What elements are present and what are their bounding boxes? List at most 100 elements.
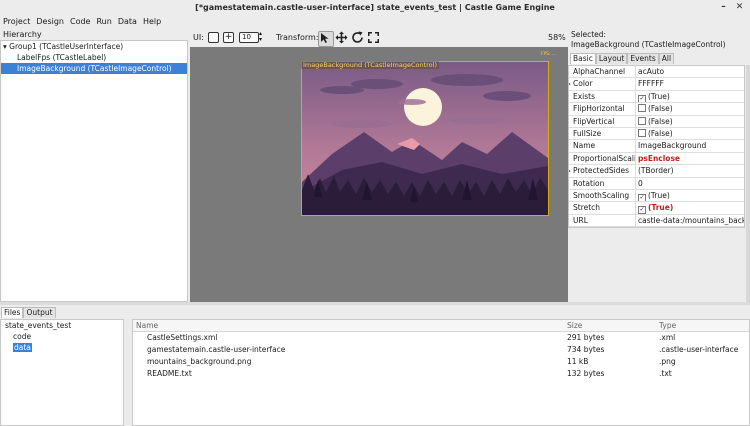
tab-all[interactable]: All [658,53,675,64]
property-name: ▸Color [569,78,636,90]
tree-item-labelfps[interactable]: LabelFps (TCastleLabel) [1,52,187,63]
tree-item-label: LabelFps (TCastleLabel) [17,53,107,62]
property-value[interactable]: psEnclose [636,153,744,164]
tree-item-code[interactable]: code [1,331,123,342]
property-value[interactable]: 0 [636,178,744,189]
inspector-scrollbar[interactable] [746,65,750,302]
mountains-background-image [302,62,548,215]
files-tree[interactable]: state_events_test code data [0,319,124,426]
selected-value: ImageBackground (TCastleImageControl) [571,40,726,49]
ui-rect-button[interactable] [208,32,219,43]
image-background-control[interactable] [301,61,549,216]
minimize-button[interactable]: – [717,1,730,14]
property-value: (False) [648,104,673,114]
column-name[interactable]: Name [136,320,158,331]
move-mode-button[interactable] [335,31,348,44]
property-row-color[interactable]: ▸ColorFFFFFF [569,78,744,91]
property-name: AlphaChannel [569,66,636,78]
close-button[interactable]: ✕ [733,1,746,14]
menu-data[interactable]: Data [115,15,140,29]
expand-icon[interactable]: ▸ [569,165,571,176]
file-row[interactable]: CastleSettings.xml 291 bytes .xml [133,332,749,344]
menu-design[interactable]: Design [33,15,67,29]
tab-files[interactable]: Files [1,307,24,318]
fps-label: FPS: ... [541,52,557,57]
property-value: (False) [648,116,673,126]
expand-icon[interactable]: ▸ [569,78,571,89]
tree-item-imagebackground[interactable]: ImageBackground (TCastleImageControl) [1,63,187,74]
horizontal-splitter[interactable] [0,302,750,305]
scale-mode-button[interactable] [367,31,380,44]
property-name: URL [569,214,636,227]
checkbox-checked[interactable]: ✓ [638,206,646,214]
inspector-tabs: Basic Layout Events All [570,53,675,64]
tree-item-data[interactable]: data [1,342,123,353]
property-row-fullsize[interactable]: FullSize (False) [569,127,744,141]
property-name-text: Color [573,79,593,89]
property-row-smoothscaling[interactable]: SmoothScaling ✓ (True) [569,189,744,203]
property-row-rotation[interactable]: Rotation 0 [569,177,744,190]
property-value[interactable]: (TBorder) [636,165,744,176]
tab-events[interactable]: Events [627,53,659,64]
property-row-url[interactable]: URLcastle-data:/mountains_background.png [569,214,744,228]
image-background-caption: ImageBackground (TCastleImageControl) [301,61,439,69]
property-row-stretch[interactable]: Stretch ✓ (True) [569,202,744,215]
menu-project[interactable]: Project [0,15,33,29]
property-row-alphachannel[interactable]: AlphaChannel acAuto [569,66,744,79]
file-size: 11 kB [567,357,589,366]
hierarchy-title: Hierarchy [3,30,42,39]
property-grid[interactable]: AlphaChannelacAuto ▸ColorFFFFFF Exists✓(… [568,65,745,229]
ui-label: UI: [193,33,204,42]
file-row[interactable]: mountains_background.png 11 kB .png [133,356,749,368]
property-row-exists[interactable]: Exists ✓ (True) [569,90,744,104]
property-value[interactable]: ImageBackground [636,140,744,151]
property-value[interactable]: FFFFFF [636,78,744,89]
move-icon [335,31,348,44]
file-size: 291 bytes [567,333,605,342]
property-row-fliphorizontal[interactable]: FlipHorizontal (False) [569,103,744,116]
checkbox-checked[interactable]: ✓ [638,193,646,202]
menu-code[interactable]: Code [67,15,93,29]
scale-icon [368,32,379,43]
tree-item-group1[interactable]: ▾ Group1 (TCastleUserInterface) [1,41,187,52]
checkbox-unchecked[interactable] [638,128,646,137]
select-mode-button[interactable] [318,31,334,47]
property-name: Rotation [569,177,636,189]
property-row-protectedsides[interactable]: ▸ProtectedSides(TBorder) [569,165,744,178]
collapse-icon[interactable]: ▾ [3,42,7,51]
checkbox-unchecked[interactable] [638,116,646,125]
property-value: (True) [648,203,674,213]
checkbox-checked[interactable]: ✓ [638,94,646,103]
property-row-flipvertical[interactable]: FlipVertical (False) [569,115,744,128]
file-type: .png [659,357,676,366]
property-row-proportionalscaling[interactable]: ProportionalScalingpsEnclose [569,152,744,166]
hierarchy-tree[interactable]: ▾ Group1 (TCastleUserInterface) LabelFps… [0,40,188,302]
files-list-header: Name Size Type [133,320,749,332]
tab-output[interactable]: Output [23,307,56,318]
property-value[interactable]: acAuto [636,66,744,77]
tab-layout[interactable]: Layout [595,53,628,64]
spin-arrows-icon[interactable]: ▴ ▾ [259,31,262,44]
checkbox-unchecked[interactable] [638,104,646,113]
spacing-spin-input[interactable]: 10 [239,32,259,43]
zoom-level: 58% [548,33,566,42]
menu-help[interactable]: Help [140,15,164,29]
file-name: gamestatemain.castle-user-interface [147,345,286,354]
column-size[interactable]: Size [567,320,582,331]
property-value: (True) [648,91,670,101]
add-ui-button[interactable]: + [223,32,234,43]
menu-run[interactable]: Run [93,15,114,29]
design-viewport[interactable]: ImageBackground (TCastleImageControl) FP… [190,47,568,302]
selected-label: Selected: [571,30,607,39]
tab-basic[interactable]: Basic [570,53,596,64]
column-type[interactable]: Type [659,320,676,331]
property-value[interactable]: castle-data:/mountains_background.png [636,215,744,226]
rotate-mode-button[interactable] [351,31,364,44]
property-row-name[interactable]: Name ImageBackground [569,140,744,153]
property-name: FullSize [569,127,636,140]
window-title-bar[interactable]: [*gamestatemain.castle-user-interface] s… [0,0,750,15]
files-list[interactable]: Name Size Type CastleSettings.xml 291 by… [132,319,750,426]
file-row[interactable]: gamestatemain.castle-user-interface 734 … [133,344,749,356]
file-row[interactable]: README.txt 132 bytes .txt [133,368,749,380]
tree-item-project-root[interactable]: state_events_test [1,320,123,331]
